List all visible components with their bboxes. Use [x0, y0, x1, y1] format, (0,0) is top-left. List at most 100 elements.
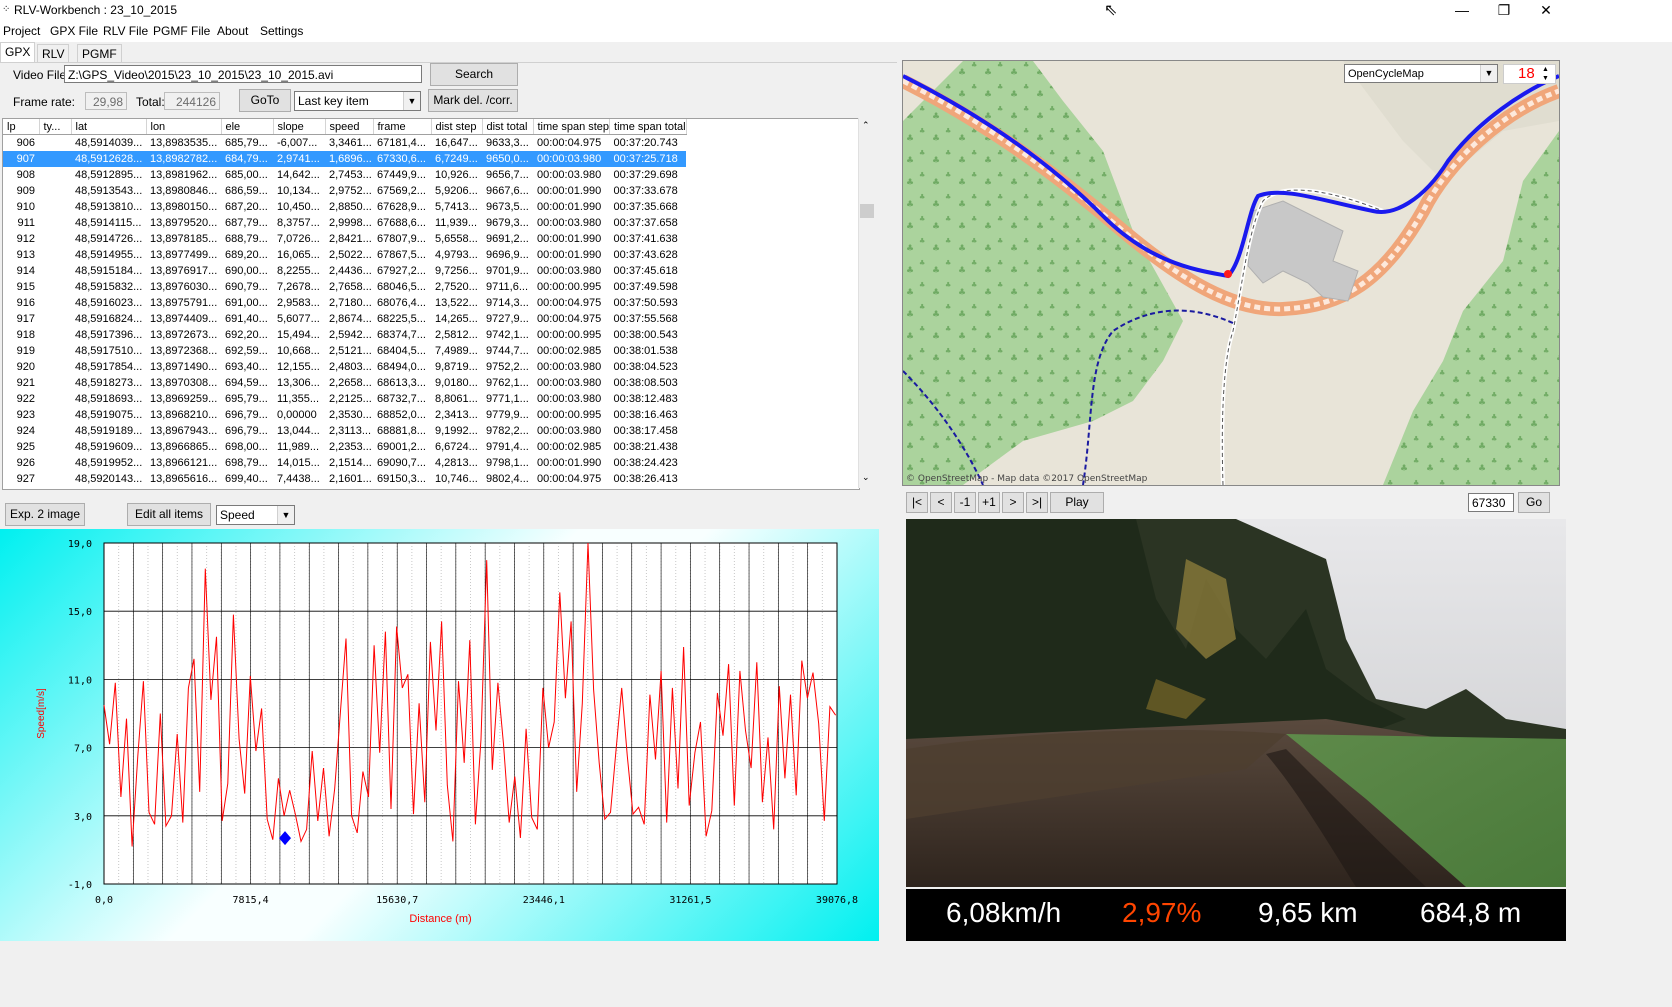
mark-del-corr-button[interactable]: Mark del. /corr.: [428, 89, 518, 112]
chart-series-select[interactable]: Speed ▼: [216, 505, 295, 525]
table-row[interactable]: 927 48,5920143... 13,8965616... 699,40... 7,…: [3, 471, 686, 487]
table-row[interactable]: 920 48,5917854... 13,8971490... 693,40... 12…: [3, 359, 686, 375]
column-header-ele[interactable]: ele: [221, 119, 274, 135]
table-cell: 9691,2...: [486, 233, 529, 245]
table-cell: 687,20...: [225, 201, 268, 213]
column-header-frame[interactable]: frame: [373, 119, 432, 135]
last-frame-button[interactable]: >|: [1026, 492, 1048, 513]
table-row[interactable]: 910 48,5913810... 13,8980150... 687,20... 10…: [3, 199, 686, 215]
table-cell: [39, 327, 71, 343]
table-cell: [39, 455, 71, 471]
table-cell: 2,8421...: [329, 233, 372, 245]
column-header-lp[interactable]: lp: [3, 119, 40, 135]
chevron-down-icon[interactable]: ▼: [403, 92, 420, 110]
table-row[interactable]: 913 48,5914955... 13,8977499... 689,20... 16…: [3, 247, 686, 263]
scroll-down-icon[interactable]: ⌄: [862, 472, 870, 483]
table-cell: 915: [16, 281, 35, 293]
chevron-down-icon[interactable]: ▼: [1480, 65, 1497, 82]
goto-mode-select[interactable]: Last key item ▼: [294, 91, 421, 111]
menu-pgmf-file[interactable]: PGMF File: [153, 24, 210, 38]
video-file-input[interactable]: Z:\GPS_Video\2015\23_10_2015\23_10_2015.…: [64, 65, 422, 83]
table-row[interactable]: 907 48,5912628... 13,8982782... 684,79... 2,…: [3, 151, 687, 167]
zoom-up-icon[interactable]: ▲: [1542, 65, 1549, 74]
menu-about[interactable]: About: [217, 24, 248, 38]
maximize-button[interactable]: ❐: [1482, 0, 1526, 22]
table-row[interactable]: 916 48,5916023... 13,8975791... 691,00... 2,…: [3, 295, 686, 311]
first-frame-button[interactable]: |<: [906, 492, 928, 513]
close-button[interactable]: ✕: [1524, 0, 1568, 22]
zoom-stepper[interactable]: 18 ▲ ▼: [1503, 64, 1556, 84]
map-view[interactable]: ♣ ♣ © OpenStreetMap - Map data ©2017 Ope…: [902, 60, 1560, 486]
column-header-type[interactable]: ty...: [39, 119, 72, 135]
table-cell: 68046,5...: [377, 281, 426, 293]
table-cell: 00:38:24.423: [613, 457, 678, 469]
map-layer-select[interactable]: OpenCycleMap ▼: [1344, 64, 1498, 83]
table-row[interactable]: 924 48,5919189... 13,8967943... 696,79... 13…: [3, 423, 686, 439]
table-row[interactable]: 909 48,5913543... 13,8980846... 686,59... 10…: [3, 183, 686, 199]
column-header-dist-step[interactable]: dist step: [431, 119, 483, 135]
prev-button[interactable]: <: [930, 492, 952, 513]
export-image-button[interactable]: Exp. 2 image: [5, 503, 85, 526]
map-canvas[interactable]: ♣ ♣ © OpenStreetMap - Map data ©2017 Ope…: [903, 61, 1559, 485]
chevron-down-icon[interactable]: ▼: [277, 506, 294, 524]
table-scrollbar[interactable]: ⌃ ⌄: [858, 118, 876, 488]
menu-bar: Project GPX File RLV File PGMF File Abou…: [0, 22, 1672, 42]
table-row[interactable]: 922 48,5918693... 13,8969259... 695,79... 11…: [3, 391, 686, 407]
table-row[interactable]: 912 48,5914726... 13,8978185... 688,79... 7,…: [3, 231, 686, 247]
table-row[interactable]: 923 48,5919075... 13,8968210... 696,79... 0,…: [3, 407, 686, 423]
table-row[interactable]: 915 48,5915832... 13,8976030... 690,79... 7,…: [3, 279, 686, 295]
menu-gpx-file[interactable]: GPX File: [50, 24, 98, 38]
scroll-up-icon[interactable]: ⌃: [862, 120, 870, 131]
minimize-button[interactable]: —: [1440, 0, 1484, 22]
table-row[interactable]: 908 48,5912895... 13,8981962... 685,00... 14…: [3, 167, 686, 183]
tab-pgmf[interactable]: PGMF: [77, 44, 122, 63]
table-cell: 2,9583...: [277, 297, 320, 309]
table-row[interactable]: 918 48,5917396... 13,8972673... 692,20... 15…: [3, 327, 686, 343]
menu-project[interactable]: Project: [3, 24, 40, 38]
plus-one-button[interactable]: +1: [978, 492, 1000, 513]
table-row[interactable]: 925 48,5919609... 13,8966865... 698,00... 11…: [3, 439, 686, 455]
table-cell: 696,79...: [225, 409, 268, 421]
table-row[interactable]: 926 48,5919952... 13,8966121... 698,79... 14…: [3, 455, 686, 471]
distance-readout: 9,65 km: [1258, 897, 1358, 928]
edit-all-items-button[interactable]: Edit all items: [127, 503, 211, 526]
table-cell: 13,306...: [277, 377, 320, 389]
go-button[interactable]: Go: [1518, 492, 1550, 513]
tab-gpx[interactable]: GPX: [0, 42, 36, 63]
table-cell: 00:00:03.980: [537, 361, 602, 373]
goto-button[interactable]: GoTo: [239, 89, 291, 112]
column-header-slope[interactable]: slope: [273, 119, 326, 135]
frame-number-input[interactable]: 67330: [1468, 493, 1514, 512]
tab-rlv[interactable]: RLV: [37, 44, 70, 63]
table-cell: 922: [16, 393, 35, 405]
table-row[interactable]: 911 48,5914115... 13,8979520... 687,79... 8,…: [3, 215, 686, 231]
column-header-time-span-total[interactable]: time span total: [609, 119, 687, 135]
column-header-speed[interactable]: speed: [325, 119, 374, 135]
column-header-lat[interactable]: lat: [71, 119, 147, 135]
column-header-time-span-step[interactable]: time span step: [533, 119, 611, 135]
column-header-dist-total[interactable]: dist total: [482, 119, 534, 135]
track-points-table[interactable]: lp ty... lat lon ele slope speed frame d…: [2, 118, 860, 490]
speed-chart[interactable]: -1,0 3,0 7,0 11,0 15,0 19,0 0,0 7815,4 15630,7 23…: [0, 529, 879, 941]
table-row[interactable]: 921 48,5918273... 13,8970308... 694,59... 13…: [3, 375, 686, 391]
column-header-lon[interactable]: lon: [146, 119, 222, 135]
scrollbar-thumb[interactable]: [860, 204, 874, 218]
table-row[interactable]: 917 48,5916824... 13,8974409... 691,40... 5,…: [3, 311, 686, 327]
menu-settings[interactable]: Settings: [260, 24, 303, 38]
table-cell: 9779,9...: [486, 409, 529, 421]
slope-readout: 2,97%: [1122, 897, 1202, 928]
table-cell: 10,746...: [435, 473, 478, 485]
table-cell: 13,8978185...: [150, 233, 218, 245]
next-button[interactable]: >: [1002, 492, 1024, 513]
table-row[interactable]: 919 48,5917510... 13,8972368... 692,59... 10…: [3, 343, 686, 359]
table-cell: [39, 215, 71, 231]
table-cell: 9798,1...: [486, 457, 529, 469]
menu-rlv-file[interactable]: RLV File: [103, 24, 148, 38]
minus-one-button[interactable]: -1: [954, 492, 976, 513]
play-button[interactable]: Play: [1050, 492, 1104, 513]
zoom-down-icon[interactable]: ▼: [1542, 74, 1549, 83]
table-row[interactable]: 914 48,5915184... 13,8976917... 690,00... 8,…: [3, 263, 686, 279]
table-row[interactable]: 906 48,5914039... 13,8983535... 685,79... -6…: [3, 135, 686, 152]
table-cell: 2,1514...: [329, 457, 372, 469]
search-button[interactable]: Search: [430, 63, 518, 86]
